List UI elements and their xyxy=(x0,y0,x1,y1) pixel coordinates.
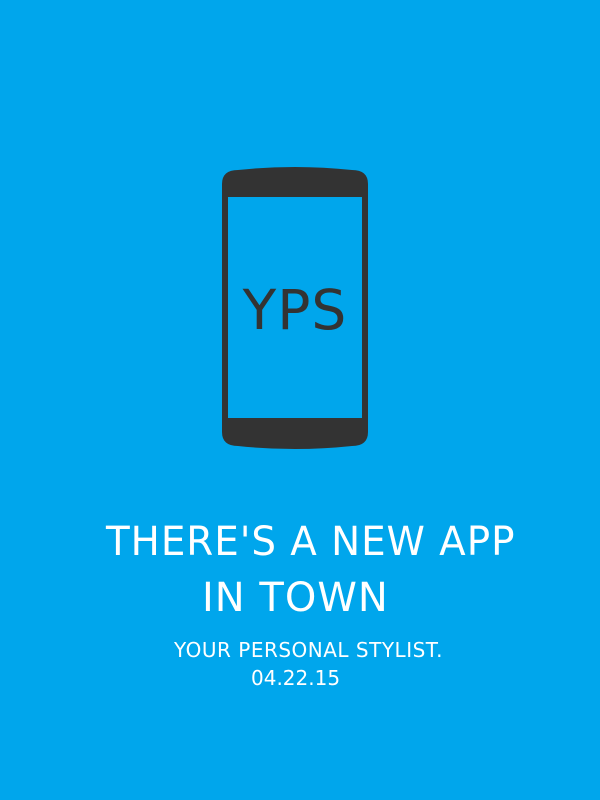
tagline: YOUR PERSONAL STYLIST. xyxy=(174,638,443,662)
headline-line-1: THERE'S A NEW APP xyxy=(106,519,516,565)
poster: YPS THERE'S A NEW APP IN TOWN YOUR PERSO… xyxy=(0,0,600,800)
launch-date: 04.22.15 xyxy=(251,666,341,690)
screen-logo-text: YPS xyxy=(242,278,348,342)
smartphone-icon: YPS xyxy=(220,166,370,450)
headline-line-2: IN TOWN xyxy=(202,575,389,621)
